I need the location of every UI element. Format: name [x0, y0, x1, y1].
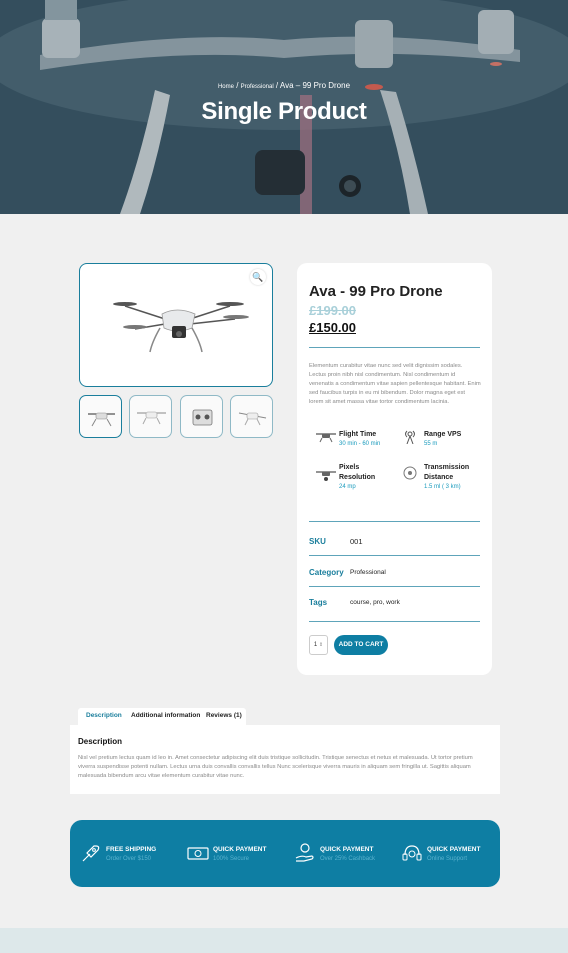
product-short-description: Elementum curabitur vitae nunc sed velit…	[309, 363, 481, 405]
service-subtitle: 100% Secure	[213, 856, 250, 862]
footer-strip	[0, 928, 568, 953]
service-quick-payment-secure: QUICK PAYMENT 100% Secure	[187, 842, 287, 868]
tags-value[interactable]: course, pro, work	[350, 599, 400, 606]
transmission-icon	[403, 466, 417, 480]
feature-value: 55 m	[424, 441, 438, 447]
feature-value: 24 mp	[339, 484, 356, 490]
divider	[309, 521, 480, 522]
service-features-bar: FREE SHIPPING Order Over $150 QUICK PAYM…	[70, 820, 500, 887]
service-free-shipping: FREE SHIPPING Order Over $150	[80, 842, 180, 868]
thumbnail-drone-top[interactable]	[230, 395, 273, 438]
service-title: QUICK PAYMENT	[213, 846, 267, 853]
tab-panel-title: Description	[78, 737, 123, 746]
drone-camera-icon	[316, 471, 336, 481]
rocket-icon	[82, 845, 100, 862]
zoom-button[interactable]: 🔍	[250, 269, 266, 285]
divider	[309, 586, 480, 587]
breadcrumb-current: Ava – 99 Pro Drone	[279, 81, 351, 90]
breadcrumb-category[interactable]: Professional	[241, 84, 274, 90]
thumbnail-drone-front[interactable]	[79, 395, 122, 438]
drone-thumb-icon	[238, 412, 267, 426]
feature-title: Flight Time	[339, 431, 377, 438]
breadcrumb-home[interactable]: Home	[218, 84, 234, 90]
product-main-image[interactable]: 🔍	[79, 263, 273, 387]
service-quick-payment-support: QUICK PAYMENT Online Support	[401, 842, 501, 868]
quantity-value[interactable]: 1	[314, 642, 317, 648]
add-to-cart-button[interactable]: ADD TO CART	[334, 635, 388, 655]
sku-value: 001	[350, 537, 363, 546]
page-title: Single Product	[201, 98, 367, 125]
service-title: FREE SHIPPING	[106, 846, 157, 853]
feature-value: 30 min - 60 min	[339, 441, 381, 447]
page-hero: Home / Professional / Ava – 99 Pro Drone…	[0, 0, 568, 214]
service-title: QUICK PAYMENT	[427, 846, 481, 853]
search-icon: 🔍	[252, 272, 264, 282]
feature-title: Transmission Distance	[424, 464, 470, 481]
service-subtitle: Order Over $150	[106, 856, 152, 862]
thumbnail-drone-side[interactable]	[129, 395, 172, 438]
thumbnail-remote-controller[interactable]	[180, 395, 223, 438]
feature-value: 1.5 ml ( 3 km)	[424, 484, 461, 490]
remote-controller-icon	[192, 409, 213, 426]
breadcrumb-separator: /	[233, 81, 241, 90]
current-price: £150.00	[309, 320, 356, 335]
tab-panel-text: Nisl vel pretium lectus quam id leo in. …	[78, 755, 473, 779]
service-subtitle: Online Support	[427, 856, 468, 862]
tags-label: Tags	[309, 598, 328, 607]
product-title: Ava - 99 Pro Drone	[309, 283, 443, 300]
drone-image	[113, 302, 249, 353]
tab-panel-description: Description Nisl vel pretium lectus quam…	[70, 725, 500, 794]
tab-description[interactable]: Description	[86, 712, 122, 719]
signal-tower-icon	[405, 430, 415, 444]
service-quick-payment-cashback: QUICK PAYMENT Over 25% Cashback	[294, 842, 394, 868]
sku-label: SKU	[309, 537, 326, 546]
old-price: £199.00	[309, 303, 356, 318]
feature-title: Pixels Resolution	[339, 464, 376, 481]
feature-title: Range VPS	[424, 431, 462, 438]
tab-reviews[interactable]: Reviews (1)	[206, 712, 242, 719]
money-icon	[187, 847, 209, 860]
drone-thumb-icon	[88, 412, 115, 427]
divider	[309, 555, 480, 556]
category-label: Category	[309, 568, 344, 577]
service-title: QUICK PAYMENT	[320, 846, 374, 853]
service-subtitle: Over 25% Cashback	[320, 856, 376, 862]
category-value[interactable]: Professional	[350, 569, 386, 576]
drone-thumb-icon	[137, 411, 166, 425]
stepper-arrows-icon[interactable]: ⇕	[319, 642, 323, 648]
product-tabs: Description Additional information Revie…	[78, 708, 246, 725]
tab-additional-information[interactable]: Additional information	[131, 712, 200, 719]
divider	[309, 347, 480, 348]
divider	[309, 621, 480, 622]
product-summary-card: Ava - 99 Pro Drone £199.00 £150.00 Eleme…	[297, 263, 492, 675]
headset-icon	[402, 845, 422, 861]
hand-coin-icon	[295, 843, 314, 862]
drone-icon	[316, 433, 336, 443]
breadcrumb: Home / Professional / Ava – 99 Pro Drone	[0, 81, 568, 90]
quantity-stepper[interactable]: 1 ⇕	[309, 635, 328, 655]
